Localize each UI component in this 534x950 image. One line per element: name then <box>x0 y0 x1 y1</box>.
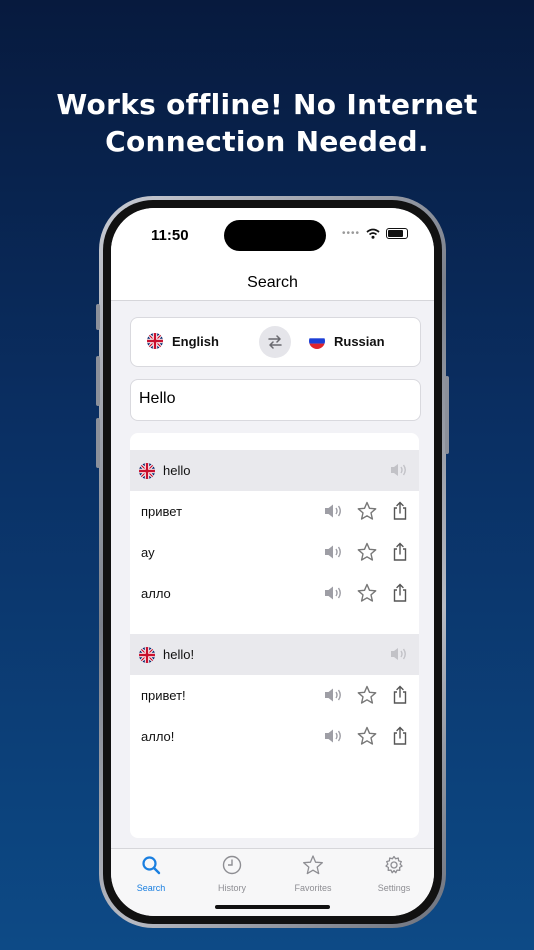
phone-screen: 11:50 •••• Search English Russian Hello … <box>111 208 434 916</box>
translation-row[interactable]: привет <box>130 491 419 532</box>
wifi-icon <box>366 228 380 239</box>
swap-languages-button[interactable] <box>259 326 291 358</box>
share-icon[interactable] <box>392 726 408 751</box>
speaker-icon[interactable] <box>323 584 345 607</box>
battery-icon <box>386 228 408 239</box>
action-button <box>96 304 100 330</box>
uk-flag-icon <box>139 646 155 663</box>
favorite-star-icon[interactable] <box>357 542 377 567</box>
russia-flag-icon <box>309 333 325 349</box>
status-icons: •••• <box>342 228 408 239</box>
speaker-icon[interactable] <box>323 502 345 525</box>
result-group-header[interactable]: hello! <box>130 634 419 675</box>
translation-text: ау <box>141 545 155 560</box>
search-input[interactable] <box>139 390 409 408</box>
favorite-star-icon[interactable] <box>357 583 377 608</box>
page-title: Search <box>247 274 298 291</box>
promo-headline-line2: Connection Needed. <box>105 125 429 158</box>
share-icon[interactable] <box>392 542 408 567</box>
search-field[interactable] <box>130 379 421 421</box>
target-language-label: Russian <box>334 333 385 349</box>
volume-down-button <box>96 418 100 468</box>
home-indicator[interactable] <box>215 905 330 909</box>
power-button <box>445 376 449 454</box>
tab-settings-label: Settings <box>377 883 411 893</box>
target-language-button[interactable]: Russian <box>309 333 385 349</box>
swap-arrows-icon <box>268 335 282 349</box>
tab-history[interactable]: History <box>192 855 272 893</box>
share-icon[interactable] <box>392 501 408 526</box>
tab-favorites[interactable]: Favorites <box>273 855 353 893</box>
clock-icon <box>222 855 242 875</box>
tab-favorites-label: Favorites <box>294 883 332 893</box>
speaker-icon[interactable] <box>389 462 409 483</box>
speaker-icon[interactable] <box>323 543 345 566</box>
volume-up-button <box>96 356 100 406</box>
tab-history-label: History <box>217 883 246 893</box>
translation-text: привет <box>141 504 183 519</box>
speaker-icon[interactable] <box>389 646 409 667</box>
tab-search-label: Search <box>136 883 166 893</box>
promo-headline-line1: Works offline! No Internet <box>56 88 478 121</box>
favorite-star-icon[interactable] <box>357 726 377 751</box>
language-selector: English Russian <box>130 317 421 367</box>
uk-flag-icon <box>139 462 155 479</box>
speaker-icon[interactable] <box>323 686 345 709</box>
search-icon <box>142 856 161 875</box>
translation-text: привет! <box>141 688 186 703</box>
tab-settings[interactable]: Settings <box>354 855 434 893</box>
favorite-star-icon[interactable] <box>357 685 377 710</box>
status-time: 11:50 <box>151 227 189 244</box>
gear-icon <box>385 855 403 874</box>
results-list: hello привет ау алло hello! привет! алло… <box>130 433 419 838</box>
speaker-icon[interactable] <box>323 727 345 750</box>
share-icon[interactable] <box>392 685 408 710</box>
favorite-star-icon[interactable] <box>357 501 377 526</box>
translation-row[interactable]: привет! <box>130 675 419 716</box>
translation-row[interactable]: ау <box>130 532 419 573</box>
result-group-header[interactable]: hello <box>130 450 419 491</box>
result-term: hello! <box>163 647 195 662</box>
navigation-bar: Search <box>111 268 434 301</box>
translation-text: алло <box>141 586 171 601</box>
translation-row[interactable]: алло! <box>130 716 419 757</box>
dynamic-island <box>224 220 326 251</box>
translation-row[interactable]: алло <box>130 573 419 614</box>
phone-frame: 11:50 •••• Search English Russian Hello … <box>96 196 449 928</box>
signal-icon: •••• <box>341 228 360 239</box>
result-term: hello <box>163 463 191 478</box>
share-icon[interactable] <box>392 583 408 608</box>
star-icon <box>303 855 323 875</box>
phone-bezel: 11:50 •••• Search English Russian Hello … <box>103 200 442 924</box>
source-language-button[interactable]: English <box>147 333 219 349</box>
tab-search[interactable]: Search <box>111 855 191 893</box>
uk-flag-icon <box>147 333 163 349</box>
translation-text: алло! <box>141 729 175 744</box>
promo-headline: Works offline! No Internet Connection Ne… <box>0 86 534 160</box>
source-language-label: English <box>172 333 219 349</box>
